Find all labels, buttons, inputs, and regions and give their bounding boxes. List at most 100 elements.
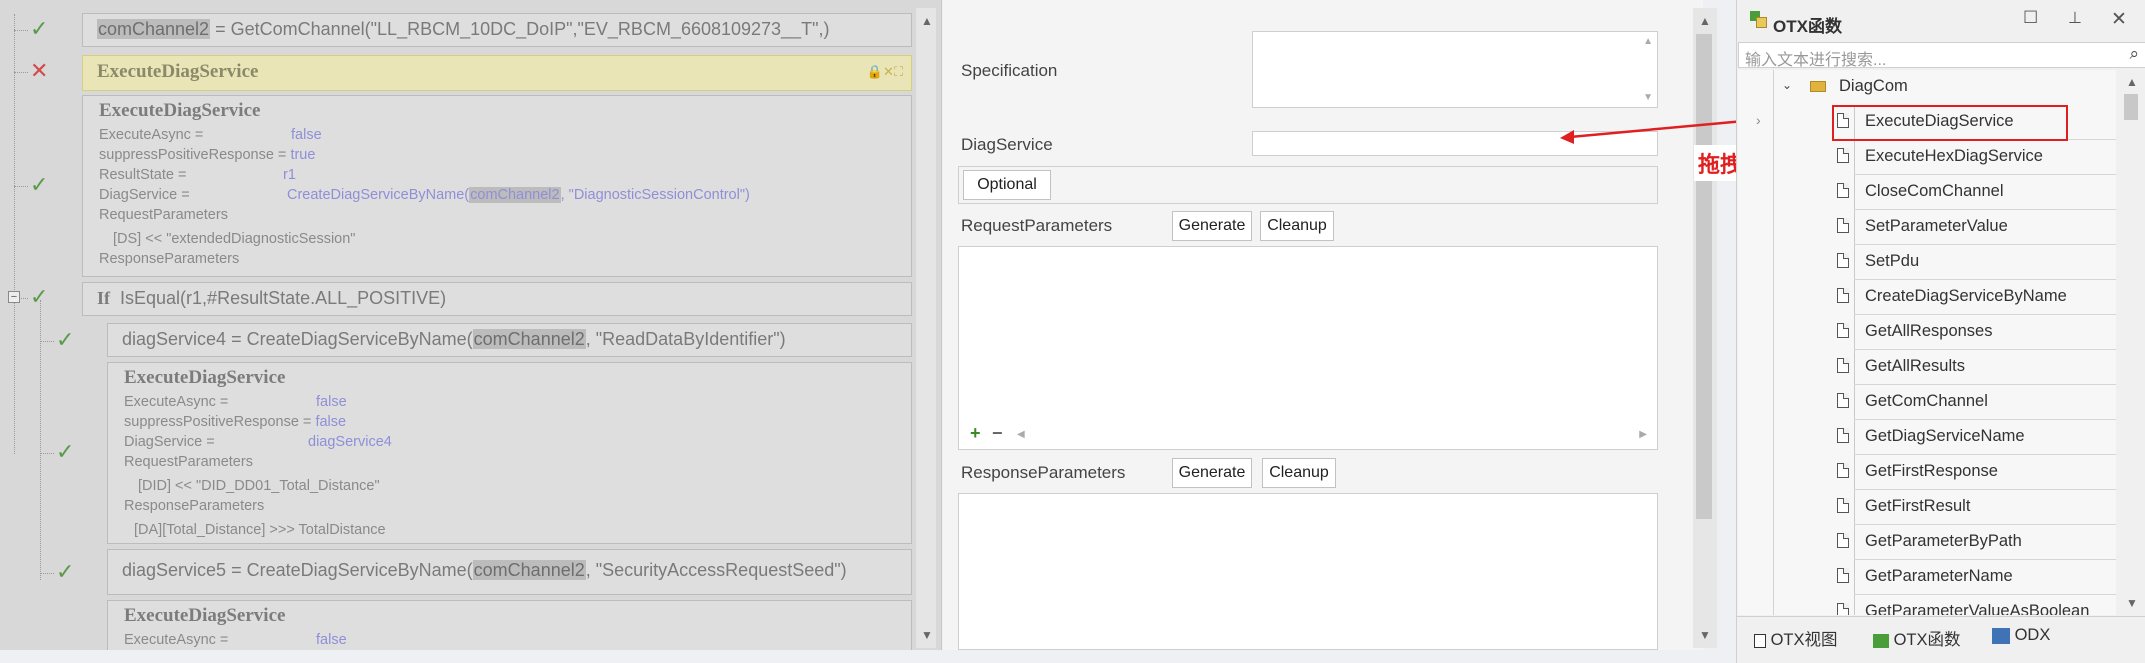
panel-title: OTX函数	[1773, 17, 1842, 36]
statement-text: , "ReadDataByIdentifier")	[585, 329, 786, 349]
tab-otx-view[interactable]: OTX视图	[1754, 626, 1838, 650]
specification-field[interactable]: ▲ ▼	[1252, 31, 1658, 108]
tree-item[interactable]: GetComChannel	[1738, 385, 2116, 420]
scroll-up-icon[interactable]: ▲	[1699, 14, 1711, 28]
tree-item[interactable]: GetFirstResponse	[1738, 455, 2116, 490]
statement-getcomchannel[interactable]: comChannel2 = GetComChannel("LL_RBCM_10D…	[82, 13, 912, 47]
scroll-up-icon[interactable]: ▲	[2126, 75, 2138, 89]
tab-label: OTX函数	[1893, 631, 1961, 649]
param-execute-async: ExecuteAsync =	[124, 632, 228, 648]
tree-item[interactable]: GetAllResponses	[1738, 315, 2116, 350]
check-icon: ✓	[30, 16, 49, 41]
tree-item-label: CloseComChannel	[1865, 182, 2004, 200]
tree-item[interactable]: GetFirstResult	[1738, 490, 2116, 525]
statement-execute-selected[interactable]: ExecuteDiagService 🔒✕⛶	[82, 55, 912, 91]
search-box[interactable]: 输入文本进行搜索... ⌕	[1738, 42, 2145, 69]
block-title: ExecuteDiagService	[124, 367, 286, 388]
row-separator	[1854, 350, 1855, 385]
collapse-toggle-icon[interactable]: −	[8, 291, 20, 303]
tree-item[interactable]: GetParameterName	[1738, 560, 2116, 595]
execute-block-2[interactable]: ExecuteDiagService ExecuteAsync = false …	[107, 362, 912, 544]
tree-item[interactable]: GetParameterValueAsBoolean	[1738, 595, 2116, 615]
odx-icon	[1992, 627, 2010, 644]
row-separator	[1854, 280, 1855, 315]
chevron-down-icon[interactable]: ⌄	[1782, 78, 1792, 92]
variable-highlight: comChannel2	[97, 19, 211, 39]
add-icon[interactable]: +	[970, 423, 981, 444]
tree-item-label: GetParameterName	[1865, 567, 2013, 585]
tree-item[interactable]: GetAllResults	[1738, 350, 2116, 385]
tree-item-label: SetParameterValue	[1865, 217, 2008, 235]
param-val: , "DiagnosticSessionControl")	[560, 187, 750, 203]
param-val: CreateDiagServiceByName(	[287, 187, 470, 203]
scroll-left-icon[interactable]: ◀	[1017, 429, 1025, 440]
scroll-right-icon[interactable]: ▶	[1639, 429, 1647, 440]
request-parameters-label: RequestParameters	[961, 216, 1113, 235]
request-generate-button[interactable]: Generate	[1172, 211, 1252, 241]
close-icon[interactable]: ✕	[2111, 8, 2127, 31]
specification-label: Specification	[961, 61, 1058, 80]
request-parameters-list[interactable]: + − ◀ ▶	[958, 246, 1658, 450]
optional-button[interactable]: Optional	[963, 170, 1051, 200]
tree-item[interactable]: ExecuteHexDiagService	[1738, 140, 2116, 175]
scroll-up-icon[interactable]: ▲	[921, 14, 933, 28]
execute-block-1[interactable]: ExecuteDiagService ExecuteAsync = false …	[82, 95, 912, 277]
statement-title: ExecuteDiagService	[97, 61, 259, 82]
check-icon: ✓	[56, 559, 75, 584]
execute-block-3[interactable]: ExecuteDiagService ExecuteAsync = false	[107, 600, 912, 650]
gutter-connector	[40, 453, 54, 454]
scrollbar-thumb[interactable]	[1696, 34, 1712, 519]
function-tree: ⌄ DiagCom ExecuteDiagService ExecuteHexDi…	[1738, 70, 2116, 615]
request-cleanup-button[interactable]: Cleanup	[1260, 211, 1334, 241]
response-parameters-list[interactable]	[958, 493, 1658, 650]
variable-highlight: comChannel2	[472, 329, 586, 349]
param-suppress: suppressPositiveResponse = true	[99, 147, 315, 163]
pin-icon[interactable]: ⊥	[2068, 8, 2082, 28]
scroll-down-icon[interactable]: ▼	[921, 628, 933, 642]
tree-item-label: GetParameterByPath	[1865, 532, 2022, 550]
drag-arrow-line	[1569, 118, 1756, 139]
search-icon[interactable]: ⌕	[2129, 44, 2139, 64]
tab-odx[interactable]: ODX	[1992, 626, 2050, 645]
tab-label: OTX视图	[1770, 631, 1838, 649]
response-generate-button[interactable]: Generate	[1172, 458, 1252, 488]
optional-row: Optional	[958, 166, 1658, 204]
row-separator	[1854, 315, 1855, 350]
tree-item[interactable]: CreateDiagServiceByName	[1738, 280, 2116, 315]
scroll-down-icon[interactable]: ▼	[1643, 92, 1653, 103]
gutter-connector	[14, 72, 28, 73]
scroll-up-icon[interactable]: ▲	[1643, 36, 1653, 47]
tab-otx-functions[interactable]: OTX函数	[1873, 626, 1961, 650]
tree-item[interactable]: CloseComChannel	[1738, 175, 2116, 210]
tree-item-label: CreateDiagServiceByName	[1865, 287, 2067, 305]
statement-text: diagService4 = CreateDiagServiceByName(	[122, 329, 473, 349]
gutter-connector	[40, 341, 54, 342]
node-actions-icon[interactable]: 🔒✕⛶	[867, 64, 903, 80]
block-title: ExecuteDiagService	[99, 100, 261, 121]
scroll-down-icon[interactable]: ▼	[1699, 628, 1711, 642]
tree-item[interactable]: GetParameterByPath	[1738, 525, 2116, 560]
statement-diagservice5[interactable]: diagService5 = CreateDiagServiceByName(c…	[107, 549, 912, 595]
tree-item[interactable]: GetDiagServiceName	[1738, 420, 2116, 455]
remove-icon[interactable]: −	[992, 423, 1003, 444]
statement-text: = GetComChannel("LL_RBCM_10DC_DoIP","EV_…	[210, 19, 830, 39]
tree-item[interactable]: SetParameterValue	[1738, 210, 2116, 245]
tree-folder-diagcom[interactable]: ⌄ DiagCom	[1738, 70, 2116, 105]
response-cleanup-button[interactable]: Cleanup	[1262, 458, 1336, 488]
properties-scrollbar[interactable]: ▲ ▼	[1693, 8, 1717, 648]
scrollbar-thumb[interactable]	[2124, 94, 2138, 120]
scroll-down-icon[interactable]: ▼	[2126, 596, 2138, 610]
gutter-line	[40, 300, 41, 580]
statement-diagservice4[interactable]: diagService4 = CreateDiagServiceByName(c…	[107, 323, 912, 357]
maximize-icon[interactable]: ☐	[2023, 8, 2038, 28]
search-placeholder: 输入文本进行搜索...	[1745, 52, 1887, 69]
tree-item-label: GetFirstResponse	[1865, 462, 1998, 480]
tree-scrollbar[interactable]: ▲ ▼	[2118, 70, 2144, 615]
function-document-icon	[1837, 148, 1849, 163]
script-editor: ✓ ✕ ✓ − ✓ ✓ ✓ ✓ comChannel2 = GetComChan…	[0, 0, 942, 650]
tree-item[interactable]: SetPdu	[1738, 245, 2116, 280]
param-key: DiagService =	[99, 187, 190, 203]
script-scrollbar[interactable]: ▲ ▼	[916, 8, 936, 648]
param-diagservice: DiagService =	[124, 434, 215, 450]
statement-if[interactable]: If IsEqual(r1,#ResultState.ALL_POSITIVE)	[82, 282, 912, 316]
